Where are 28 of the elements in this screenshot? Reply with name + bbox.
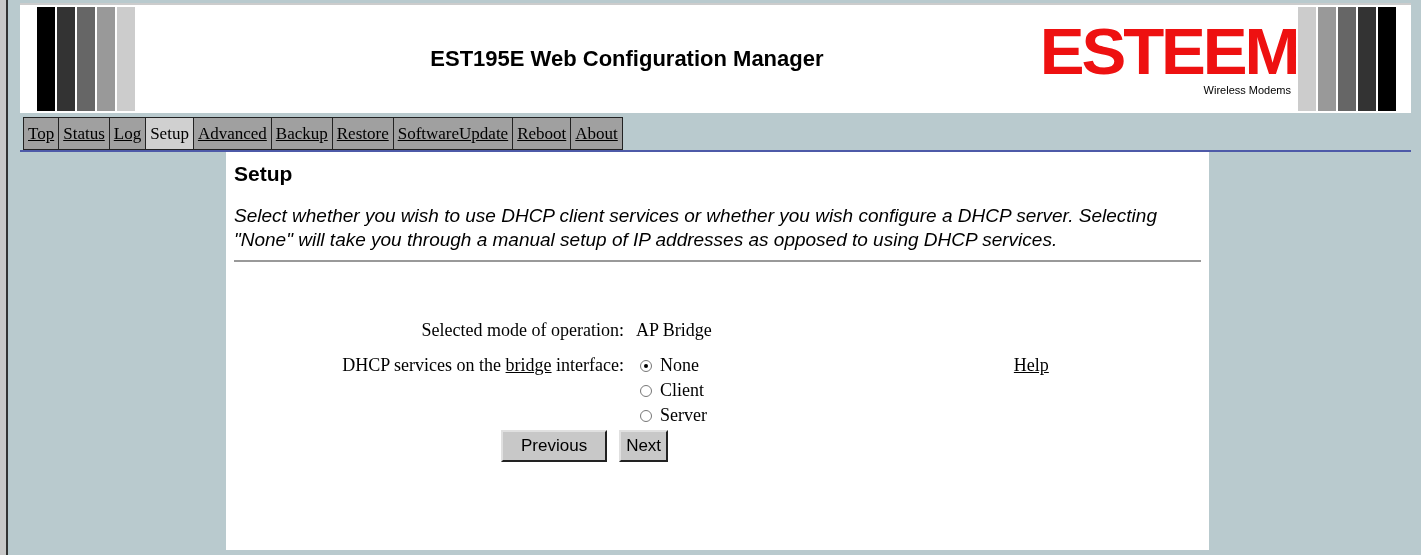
bridge-link[interactable]: bridge: [505, 355, 552, 375]
nav-tab[interactable]: Restore: [331, 117, 393, 150]
nav-tab[interactable]: About: [570, 117, 623, 150]
nav-tab[interactable]: Top: [23, 117, 59, 150]
nav-button[interactable]: Next: [619, 430, 669, 462]
nav-tab[interactable]: Backup: [270, 117, 332, 150]
description-text: Select whether you wish to use DHCP client services or whether you wish configure a DHCP server. Selecting "None" will take you through a manual setup of IP addresses as opposed to using DHCP services.: [234, 204, 1158, 252]
help-link[interactable]: Help: [1013, 355, 1049, 375]
field-label: DHCP services on the bridge interface:: [341, 355, 624, 377]
radio-button[interactable]: [640, 384, 652, 397]
nav-tab[interactable]: Status: [58, 117, 109, 150]
nav-tab[interactable]: Log: [108, 117, 146, 150]
field-label: Selected mode of operation:: [420, 320, 624, 341]
nav-tab[interactable]: SoftwareUpdate: [392, 117, 513, 150]
field-value: AP Bridge: [636, 320, 712, 341]
radio-label: None: [660, 355, 699, 376]
nav-tab[interactable]: Reboot: [512, 117, 571, 150]
section-heading: Setup: [234, 162, 294, 186]
nav-tab[interactable]: Advanced: [192, 117, 271, 150]
page-title: EST195E Web Configuration Manager: [429, 46, 825, 72]
logo-wordmark: ESTEEM: [1039, 22, 1298, 82]
nav-button[interactable]: Previous: [501, 430, 608, 462]
nav-tab[interactable]: Setup: [145, 117, 193, 150]
radio-button[interactable]: [640, 409, 652, 422]
logo-tagline: Wireless Modems: [1203, 84, 1291, 96]
radio-label: Server: [660, 405, 707, 426]
radio-button[interactable]: [640, 359, 652, 372]
radio-label: Client: [660, 380, 704, 401]
